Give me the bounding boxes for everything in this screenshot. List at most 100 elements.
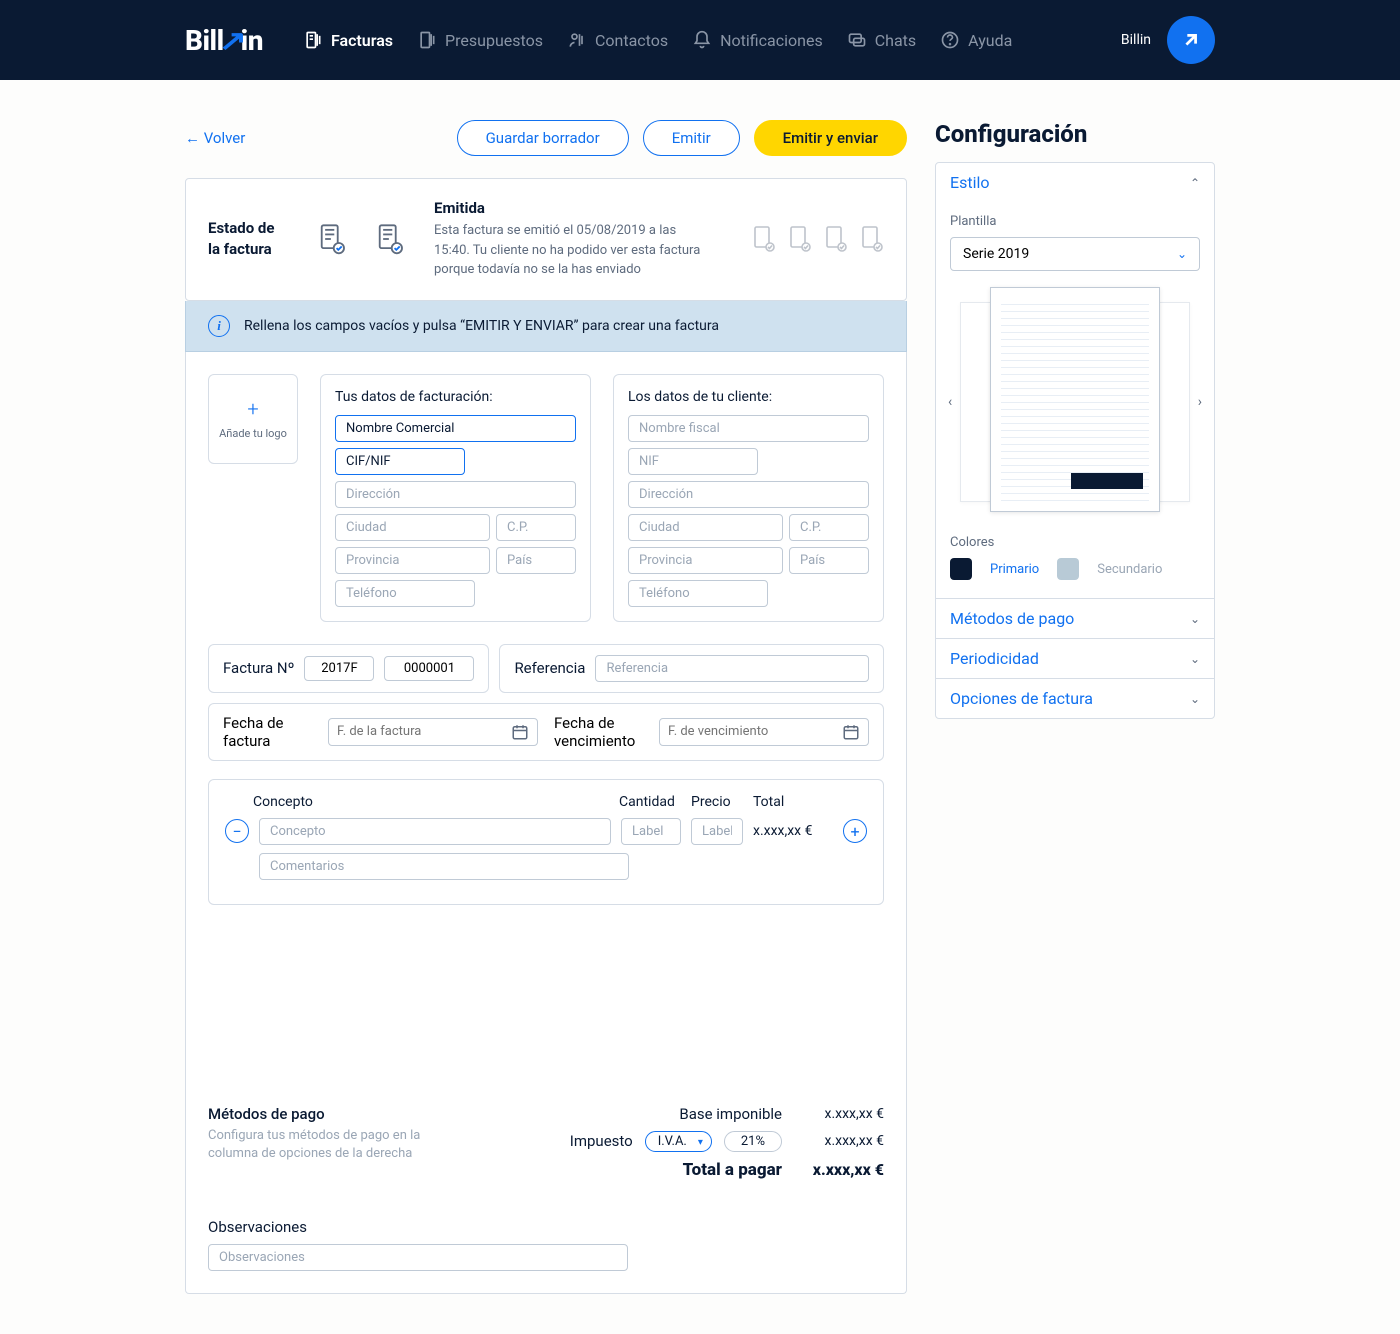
client-name-input[interactable]	[628, 415, 869, 442]
your-zip-input[interactable]	[496, 514, 576, 541]
emit-send-button[interactable]: Emitir y enviar	[754, 120, 907, 156]
back-link[interactable]: ← Volver	[185, 129, 245, 147]
config-section-style[interactable]: Estilo ⌃	[936, 163, 1214, 202]
grand-total-value: x.xxx,xx €	[794, 1160, 884, 1179]
chevron-up-icon: ⌃	[1190, 176, 1200, 190]
logo-upload[interactable]: + Añade tu logo	[208, 374, 298, 464]
state-icon	[860, 225, 884, 253]
payment-methods-desc: Configura tus métodos de pago en la colu…	[208, 1127, 468, 1163]
concept-row: − x.xxx,xx € +	[225, 818, 867, 845]
due-date-input[interactable]	[668, 724, 834, 739]
invoice-date-input-wrap[interactable]	[328, 718, 538, 746]
template-select[interactable]: Serie 2019 ⌄	[950, 237, 1200, 271]
carousel-prev[interactable]: ‹	[942, 388, 958, 416]
base-value: x.xxx,xx €	[794, 1106, 884, 1122]
budget-icon	[417, 30, 437, 50]
client-address-input[interactable]	[628, 481, 869, 508]
nav-label: Notificaciones	[720, 31, 823, 50]
status-state-title: Emitida	[434, 199, 722, 217]
comment-input[interactable]	[259, 853, 629, 880]
your-province-input[interactable]	[335, 547, 490, 574]
your-phone-input[interactable]	[335, 580, 475, 607]
remove-line-button[interactable]: −	[225, 819, 249, 843]
client-phone-input[interactable]	[628, 580, 768, 607]
invoice-number-input[interactable]	[384, 656, 474, 681]
invoice-series-input[interactable]	[304, 656, 374, 681]
carousel-next[interactable]: ›	[1192, 388, 1208, 416]
primary-color-swatch[interactable]	[950, 558, 972, 580]
top-navbar: Bill↗in Facturas Presupuestos Contactos …	[0, 0, 1400, 80]
user-avatar[interactable]	[1167, 16, 1215, 64]
status-title: Estado de la factura	[208, 218, 288, 260]
nav-facturas[interactable]: Facturas	[303, 30, 393, 50]
chat-icon	[847, 30, 867, 50]
col-concept: Concepto	[253, 794, 609, 810]
template-preview-current[interactable]	[990, 287, 1160, 512]
client-city-input[interactable]	[628, 514, 783, 541]
config-style-body: Plantilla Serie 2019 ⌄ ‹ › Colores	[936, 202, 1214, 598]
client-taxid-input[interactable]	[628, 448, 758, 475]
state-icon	[788, 225, 812, 253]
your-city-input[interactable]	[335, 514, 490, 541]
client-data-title: Los datos de tu cliente:	[628, 389, 869, 405]
concept-input[interactable]	[259, 818, 611, 845]
client-billing-data: Los datos de tu cliente:	[613, 374, 884, 622]
reference-input[interactable]	[595, 655, 869, 682]
status-text: Emitida Esta factura se emitió el 05/08/…	[434, 199, 722, 280]
status-state-desc: Esta factura se emitió el 05/08/2019 a l…	[434, 221, 714, 280]
config-section-periodicity[interactable]: Periodicidad ⌄	[936, 638, 1214, 678]
your-address-input[interactable]	[335, 481, 576, 508]
tax-type-select[interactable]: I.V.A. ▾	[645, 1131, 712, 1152]
colors-row: Primario Secundario	[950, 558, 1200, 580]
chevron-down-icon: ⌄	[1177, 247, 1187, 261]
add-line-button[interactable]: +	[843, 819, 867, 843]
tax-type-value: I.V.A.	[658, 1134, 687, 1149]
client-province-input[interactable]	[628, 547, 783, 574]
nav-chats[interactable]: Chats	[847, 30, 916, 50]
nav-presupuestos[interactable]: Presupuestos	[417, 30, 543, 50]
tax-value: x.xxx,xx €	[794, 1133, 884, 1149]
config-payment-label: Métodos de pago	[950, 609, 1074, 628]
invoice-number-label: Factura Nº	[223, 659, 294, 677]
template-value: Serie 2019	[963, 246, 1029, 262]
nav-contactos[interactable]: Contactos	[567, 30, 668, 50]
grand-total-label: Total a pagar	[683, 1160, 782, 1180]
client-zip-input[interactable]	[789, 514, 869, 541]
invoice-date-input[interactable]	[337, 724, 503, 739]
your-name-input[interactable]	[335, 415, 576, 442]
invoice-date-label: Fecha de factura	[223, 714, 318, 750]
nav-notificaciones[interactable]: Notificaciones	[692, 30, 823, 50]
invoice-status-box: Estado de la factura Emitida Esta factur…	[185, 178, 907, 301]
secondary-color-swatch[interactable]	[1057, 558, 1079, 580]
user-area: Billin	[1121, 16, 1215, 64]
emit-button[interactable]: Emitir	[643, 120, 740, 156]
invoice-state-icon	[318, 223, 346, 255]
payment-methods-title: Métodos de pago	[208, 1105, 468, 1123]
config-options-label: Opciones de factura	[950, 689, 1093, 708]
line-total: x.xxx,xx €	[753, 823, 833, 839]
tax-label: Impuesto	[570, 1132, 633, 1150]
observations-title: Observaciones	[208, 1218, 884, 1236]
price-input[interactable]	[691, 818, 743, 845]
col-total: Total	[753, 794, 833, 810]
config-section-payment[interactable]: Métodos de pago ⌄	[936, 598, 1214, 638]
observations-input[interactable]	[208, 1244, 628, 1271]
col-price: Precio	[691, 794, 743, 810]
nav-label: Chats	[875, 31, 916, 50]
qty-input[interactable]	[621, 818, 681, 845]
invoice-state-icon-current	[376, 223, 404, 255]
save-draft-button[interactable]: Guardar borrador	[457, 120, 629, 156]
state-icon	[752, 225, 776, 253]
calendar-icon	[842, 723, 860, 741]
your-taxid-input[interactable]	[335, 448, 465, 475]
nav-ayuda[interactable]: Ayuda	[940, 30, 1012, 50]
your-country-input[interactable]	[496, 547, 576, 574]
config-panel: Estilo ⌃ Plantilla Serie 2019 ⌄ ‹ ›	[935, 162, 1215, 719]
nav-label: Facturas	[331, 31, 393, 50]
client-country-input[interactable]	[789, 547, 869, 574]
main-nav: Facturas Presupuestos Contactos Notifica…	[303, 30, 1121, 50]
due-date-input-wrap[interactable]	[659, 718, 869, 746]
tax-pct[interactable]: 21%	[724, 1131, 782, 1152]
brand-logo: Bill↗in	[185, 24, 263, 57]
config-section-options[interactable]: Opciones de factura ⌄	[936, 678, 1214, 718]
